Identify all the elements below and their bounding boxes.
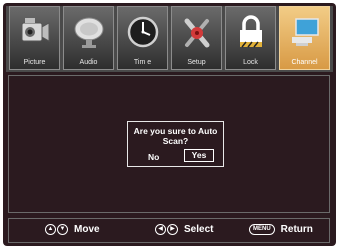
tv-osd-menu: Picture Audio Tim e Setup Lock Channel A…	[0, 0, 339, 248]
camcorder-icon	[21, 18, 50, 42]
tab-lock[interactable]: Lock	[225, 6, 276, 70]
tab-label: Channel	[291, 59, 318, 66]
tab-label: Lock	[243, 59, 258, 66]
up-arrow-icon: ▲	[45, 224, 56, 235]
tab-label: Audio	[79, 59, 98, 66]
padlock-icon	[240, 15, 262, 48]
navigation-hint-bar: ▲ ▼ Move ◀ ▶ Select MENU Return	[8, 218, 330, 243]
monitor-icon	[292, 18, 319, 46]
select-hint: ◀ ▶ Select	[155, 224, 213, 238]
tab-label: Tim e	[133, 59, 152, 66]
tab-picture[interactable]: Picture	[9, 6, 60, 70]
dialog-question: Are you sure to Auto Scan?	[133, 126, 218, 146]
tab-audio[interactable]: Audio	[63, 6, 114, 70]
move-hint: ▲ ▼ Move	[45, 224, 100, 238]
tab-channel[interactable]: Channel	[279, 6, 330, 70]
menu-key-icon: MENU	[249, 224, 275, 235]
down-arrow-icon: ▼	[57, 224, 68, 235]
return-label: Return	[280, 224, 313, 235]
select-label: Select	[184, 224, 214, 235]
yes-button[interactable]: Yes	[184, 149, 214, 162]
move-label: Move	[74, 224, 100, 235]
tab-setup[interactable]: Setup	[171, 6, 222, 70]
right-arrow-icon: ▶	[167, 224, 178, 235]
tools-icon	[184, 18, 210, 48]
tab-label: Picture	[23, 59, 46, 66]
satellite-dish-icon	[74, 17, 104, 48]
no-button[interactable]: No	[148, 152, 159, 162]
return-hint: MENU Return	[249, 224, 313, 238]
tab-bar: Picture Audio Tim e Setup Lock Channel	[6, 6, 333, 72]
clock-icon	[127, 16, 159, 48]
auto-scan-dialog: Are you sure to Auto Scan? No Yes	[127, 121, 224, 167]
tab-label: Setup	[187, 59, 206, 66]
tab-time[interactable]: Tim e	[117, 6, 168, 70]
left-arrow-icon: ◀	[155, 224, 166, 235]
main-panel: Are you sure to Auto Scan? No Yes	[8, 75, 330, 213]
